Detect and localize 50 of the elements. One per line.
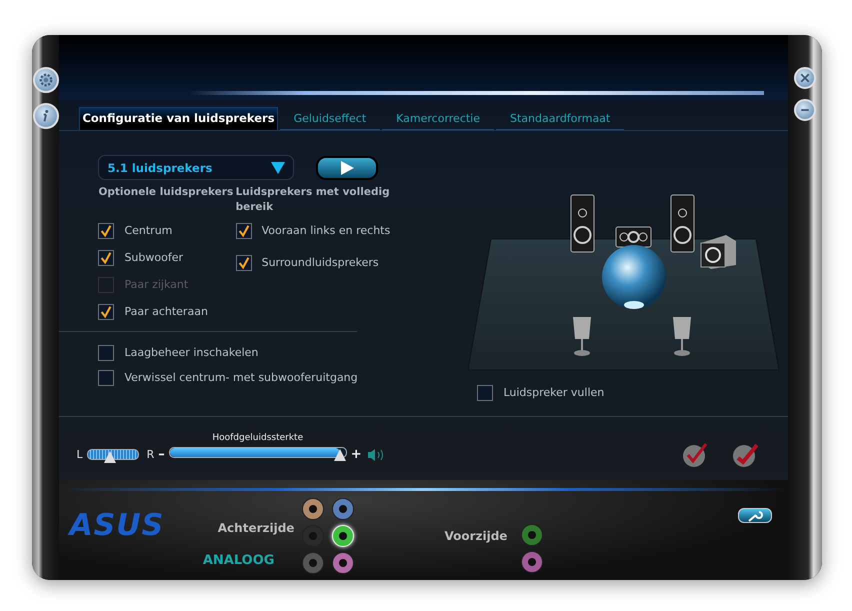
volume-minus-label: – xyxy=(158,447,165,462)
checkbox[interactable] xyxy=(477,384,494,400)
caret-icon[interactable] xyxy=(271,162,286,174)
slider-thumb[interactable] xyxy=(334,449,346,461)
volume-slider[interactable] xyxy=(168,447,347,458)
checkbox-label: Vooraan links en rechts xyxy=(262,224,390,237)
section-heading: Optionele luidsprekers xyxy=(98,185,234,200)
brand-logo: ASUS xyxy=(69,508,166,543)
mode-label: ANALOOG xyxy=(202,553,274,568)
checkbox[interactable] xyxy=(98,344,114,360)
panel-label: Voorzijde xyxy=(444,528,508,542)
checkbox-label: Centrum xyxy=(124,224,172,237)
checkbox-label: Paar achteraan xyxy=(124,305,208,318)
slider-thumb[interactable] xyxy=(104,451,116,463)
audio-jack[interactable] xyxy=(302,498,324,520)
checkbox[interactable] xyxy=(98,250,114,266)
section-heading: Luidsprekers met volledig bereik xyxy=(236,185,391,215)
checkmark-icon[interactable] xyxy=(732,442,758,468)
minimize-icon[interactable] xyxy=(794,99,816,121)
tab[interactable]: Configuratie van luidsprekers xyxy=(79,107,278,130)
play-icon xyxy=(340,160,354,174)
checkbox[interactable] xyxy=(236,254,252,270)
balance-left-label: L xyxy=(76,448,83,461)
volume-label: Hoofdgeluidssterkte xyxy=(212,433,304,443)
wrench-icon xyxy=(747,510,764,522)
checkbox[interactable] xyxy=(98,304,114,320)
checkbox[interactable] xyxy=(98,222,114,238)
checkbox-label: Subwoofer xyxy=(124,251,184,264)
checkbox-label: Verwissel centrum- met subwooferuitgang xyxy=(124,371,358,384)
wrench-button[interactable] xyxy=(738,508,772,523)
checkbox-label: Laagbeheer inschakelen xyxy=(124,346,258,359)
volume-plus-label: + xyxy=(350,447,362,462)
close-icon[interactable] xyxy=(794,67,816,89)
tab[interactable]: Geluidseffect xyxy=(280,109,380,130)
checkmark-icon[interactable] xyxy=(682,442,708,468)
speaker-dropdown[interactable]: 5.1 luidsprekers xyxy=(98,155,294,180)
tab[interactable]: Standaardformaat xyxy=(496,109,624,130)
checkbox-label: Luidspreker vullen xyxy=(503,386,604,399)
settings-icon[interactable] xyxy=(32,67,59,93)
speaker-icon[interactable] xyxy=(368,448,386,462)
balance-right-label: R xyxy=(146,448,154,461)
checkbox[interactable] xyxy=(236,222,252,238)
tab[interactable]: Kamercorrectie xyxy=(382,109,494,130)
balance-slider[interactable] xyxy=(86,449,139,460)
info-icon[interactable] xyxy=(32,103,59,129)
checkbox[interactable] xyxy=(98,370,114,386)
checkbox-label: Surroundluidsprekers xyxy=(262,256,379,269)
play-button[interactable] xyxy=(316,156,378,180)
checkbox-label: Paar zijkant xyxy=(124,278,188,291)
panel-label: Achterzijde xyxy=(218,521,294,535)
